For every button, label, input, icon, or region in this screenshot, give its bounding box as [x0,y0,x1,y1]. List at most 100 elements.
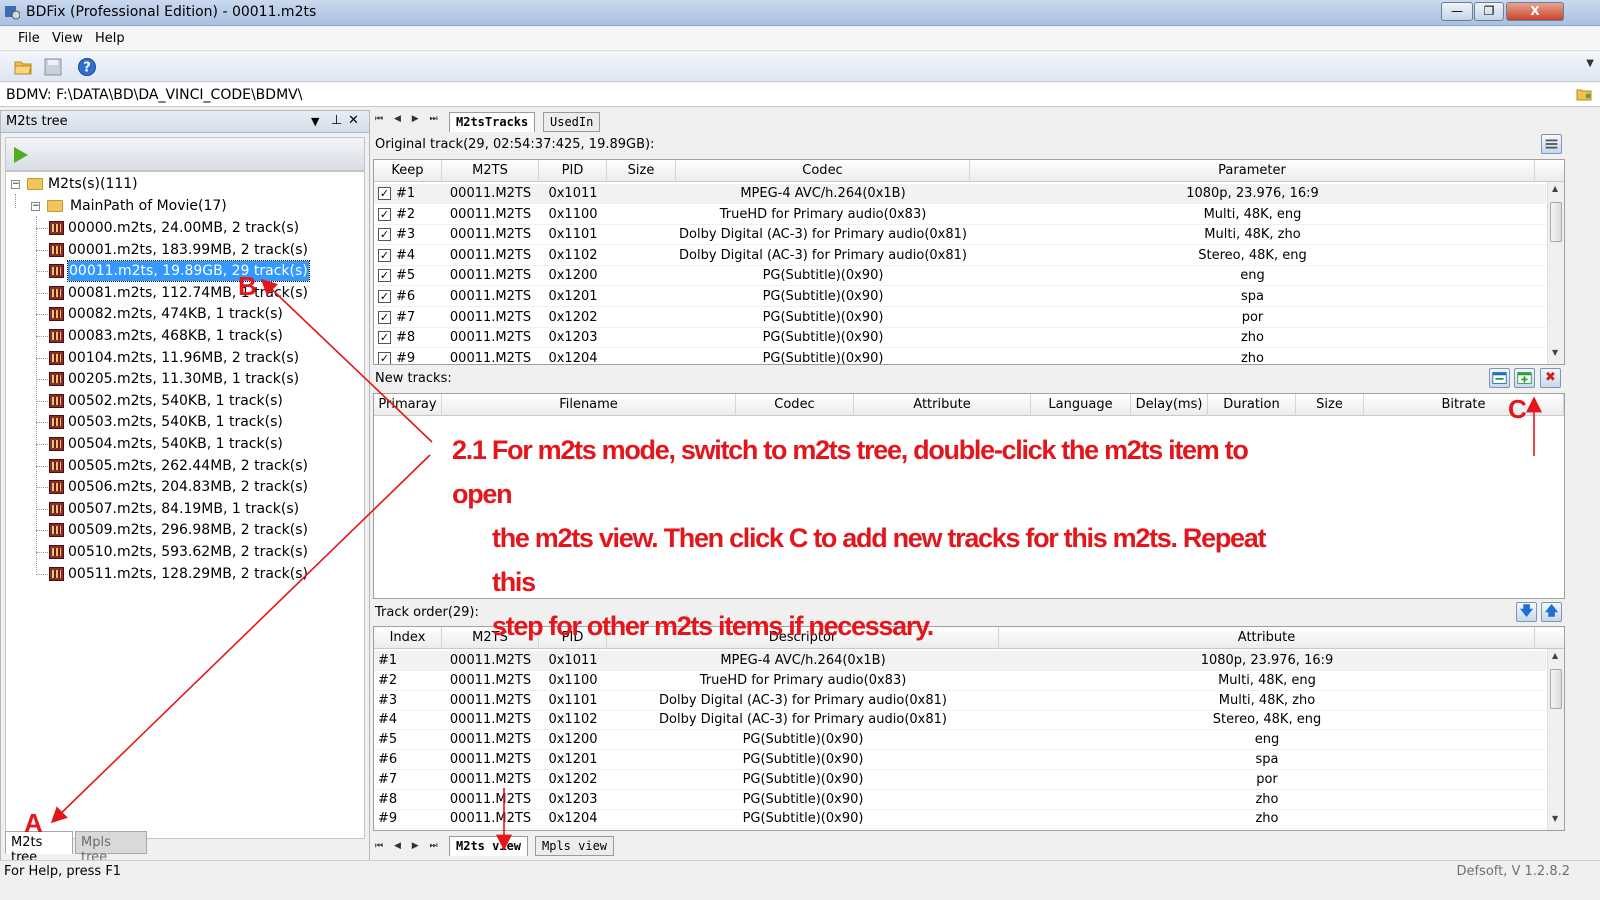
remove-track-icon[interactable]: ✖ [1540,368,1561,388]
scroll-down-icon[interactable]: ▼ [1552,814,1558,823]
minimize-button[interactable]: — [1441,2,1473,21]
scroll-thumb[interactable] [1550,669,1562,709]
column-header[interactable]: Index [374,627,442,649]
tab-mpls-tree[interactable]: Mpls tree [75,831,147,865]
close-button[interactable]: X [1506,2,1564,21]
table-cell: 0x1200 [548,732,598,748]
keep-checkbox[interactable]: ✓ [378,310,391,324]
column-header[interactable]: Bitrate [1364,394,1564,416]
menu-help[interactable]: Help [95,31,125,46]
column-header[interactable]: Primaray [374,394,442,416]
tab-m2ts-tracks[interactable]: M2tsTracks [449,112,536,132]
column-header[interactable]: Parameter [970,160,1535,182]
table-row[interactable]: #7 00011.M2TS 0x1202 PG(Subtitle)(0x90) por [374,770,1546,790]
column-header[interactable]: Keep [374,160,442,182]
edit-track-icon[interactable] [1489,368,1510,388]
table-cell: Dolby Digital (AC-3) for Primary audio(0… [659,692,947,708]
tree-item-label: 00104.m2ts, 11.96MB, 2 track(s) [68,349,300,366]
table-row[interactable]: #1 00011.M2TS 0x1011 MPEG-4 AVC/h.264(0x1B)… [374,651,1546,671]
move-up-icon[interactable]: 🡅 [1541,602,1562,622]
table-row[interactable]: ✓ #7 00011.M2TS 0x1202 PG(Subtitle)(0x90) por [374,308,1546,328]
column-header[interactable]: Delay(ms) [1131,394,1208,416]
keep-checkbox[interactable]: ✓ [378,351,391,364]
column-header[interactable]: Codec [676,160,970,182]
column-header[interactable]: Size [607,160,676,182]
film-icon [49,307,64,322]
menu-view[interactable]: View [52,31,83,46]
tab-scroll-arrows[interactable]: ⏮ ◀ ▶ ⏭ [375,114,442,124]
column-header[interactable]: M2TS [442,160,539,182]
keep-checkbox[interactable]: ✓ [378,290,391,303]
keep-checkbox[interactable]: ✓ [378,187,391,200]
table-row[interactable]: #8 00011.M2TS 0x1203 PG(Subtitle)(0x90) zho [374,790,1546,810]
panel-dropdown-icon[interactable]: ▼ [311,115,319,128]
table-row[interactable]: ✓ #2 00011.M2TS 0x1100 TrueHD for Primary au… [374,205,1546,225]
save-icon[interactable] [43,57,63,77]
table-row[interactable]: ✓ #1 00011.M2TS 0x1011 MPEG-4 AVC/h.264(0x1B… [374,184,1546,204]
keep-checkbox[interactable]: ✓ [378,331,391,345]
vertical-scrollbar[interactable]: ▲ ▼ [1547,649,1564,830]
tab-m2ts-view[interactable]: M2ts view [449,836,529,856]
tree-connector [36,400,48,402]
browse-folder-icon[interactable] [1576,87,1592,101]
keep-checkbox[interactable]: ✓ [378,248,391,262]
expander-icon[interactable]: − [31,202,40,211]
tree-item-label: 00503.m2ts, 540KB, 1 track(s) [68,414,283,431]
column-header[interactable]: Codec [736,394,854,416]
column-header[interactable]: PID [539,627,607,649]
expander-icon[interactable]: − [11,180,20,189]
table-row[interactable]: #2 00011.M2TS 0x1100 TrueHD for Primary aud… [374,671,1546,691]
column-header[interactable]: PID [539,160,607,182]
panel-close-icon[interactable]: ✕ [348,113,359,128]
tree-group-label: MainPath of Movie(17) [70,198,227,214]
column-header[interactable]: Duration [1208,394,1296,416]
table-cell: 00011.M2TS [449,771,532,787]
maximize-button[interactable]: ❐ [1474,2,1504,21]
toolbar-overflow-icon[interactable]: ▼ [1586,58,1594,69]
column-header[interactable]: Language [1031,394,1131,416]
add-track-icon[interactable] [1514,368,1535,388]
film-icon [49,285,64,300]
table-cell: Stereo, 48K, eng [1212,712,1322,728]
tab-used-in[interactable]: UsedIn [543,112,601,132]
table-row[interactable]: ✓ #9 00011.M2TS 0x1204 PG(Subtitle)(0x90) zho [374,349,1546,364]
table-row[interactable]: #4 00011.M2TS 0x1102 Dolby Digital (AC-3) f… [374,710,1546,731]
table-row[interactable]: ✓ #4 00011.M2TS 0x1102 Dolby Digital (AC-3) … [374,246,1546,266]
table-cell: 00011.M2TS [449,752,532,767]
table-row[interactable]: ✓ #6 00011.M2TS 0x1201 PG(Subtitle)(0x90) spa [374,287,1546,307]
column-header[interactable]: Size [1296,394,1364,416]
view-tab-scroll-arrows[interactable]: ⏮ ◀ ▶ ⏭ [375,841,442,851]
table-row[interactable]: ✓ #3 00011.M2TS 0x1101 Dolby Digital (AC-3) … [374,225,1546,246]
scroll-up-icon[interactable]: ▲ [1552,184,1558,193]
keep-checkbox[interactable]: ✓ [378,207,391,221]
film-icon [49,523,64,538]
table-row[interactable]: ✓ #5 00011.M2TS 0x1200 PG(Subtitle)(0x90) eng [374,266,1546,287]
table-cell: 0x1102 [548,712,598,728]
table-row[interactable]: #6 00011.M2TS 0x1201 PG(Subtitle)(0x90) spa [374,750,1546,770]
open-folder-icon[interactable] [13,57,33,77]
move-down-icon[interactable]: 🡇 [1516,602,1537,622]
column-header[interactable]: Attribute [999,627,1535,649]
column-header[interactable]: Filename [442,394,736,416]
table-row[interactable]: #3 00011.M2TS 0x1101 Dolby Digital (AC-3) f… [374,691,1546,711]
tab-mpls-view[interactable]: Mpls view [535,836,615,856]
table-row[interactable]: #9 00011.M2TS 0x1204 PG(Subtitle)(0x90) zho [374,809,1546,830]
keep-checkbox[interactable]: ✓ [378,228,391,242]
vertical-scrollbar[interactable]: ▲ ▼ [1547,182,1564,364]
scroll-thumb[interactable] [1550,202,1562,242]
play-icon[interactable] [14,147,28,163]
scroll-up-icon[interactable]: ▲ [1552,651,1558,660]
column-header[interactable]: Descriptor [607,627,999,649]
column-header[interactable]: M2TS [442,627,539,649]
scroll-down-icon[interactable]: ▼ [1552,348,1558,357]
table-row[interactable]: ✓ #8 00011.M2TS 0x1203 PG(Subtitle)(0x90) zho [374,328,1546,349]
list-options-icon[interactable] [1541,134,1562,154]
column-header[interactable]: Attribute [854,394,1031,416]
keep-checkbox[interactable]: ✓ [378,269,391,283]
menu-file[interactable]: File [18,31,40,46]
tab-m2ts-tree[interactable]: M2ts tree [5,831,73,865]
panel-pin-icon[interactable]: ⊥ [331,113,342,128]
help-icon[interactable]: ? [77,57,97,77]
table-row[interactable]: #5 00011.M2TS 0x1200 PG(Subtitle)(0x90) eng [374,730,1546,751]
m2ts-tree: − M2ts(s)(111) − MainPath of Movie(17) 0… [5,171,365,839]
